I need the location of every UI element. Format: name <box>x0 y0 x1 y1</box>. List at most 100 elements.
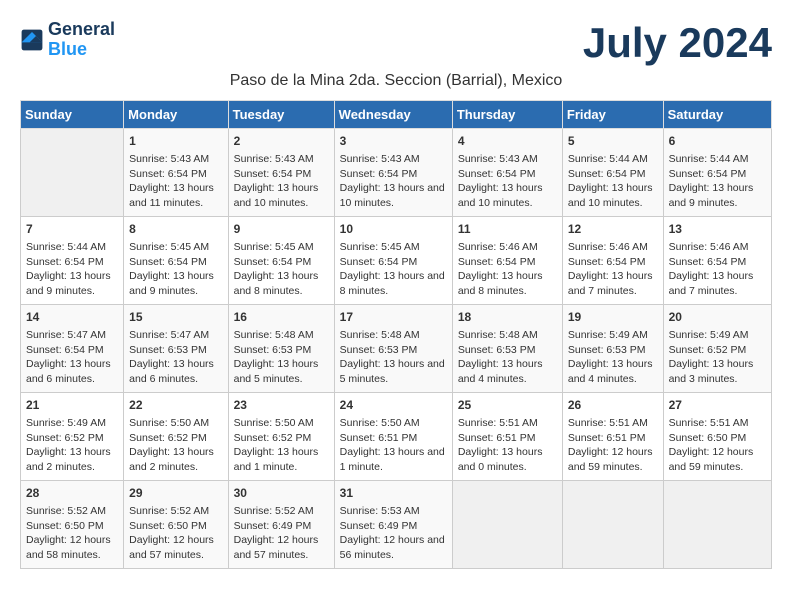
cell-info: Sunset: 6:54 PM <box>669 167 766 182</box>
cell-info: Sunrise: 5:43 AM <box>234 152 329 167</box>
day-number: 29 <box>129 485 222 502</box>
calendar-cell: 14 Sunrise: 5:47 AMSunset: 6:54 PMDayligh… <box>21 305 124 393</box>
day-number: 17 <box>340 309 447 326</box>
cell-info: Daylight: 13 hours and 1 minute. <box>234 445 329 474</box>
calendar-cell: 28Sunrise: 5:52 AMSunset: 6:50 PMDayligh… <box>21 481 124 569</box>
day-number: 28 <box>26 485 118 502</box>
cell-info: Sunset: 6:54 PM <box>340 255 447 270</box>
day-number: 24 <box>340 397 447 414</box>
day-number: 15 <box>129 309 222 326</box>
day-number: 11 <box>458 221 557 238</box>
cell-info: Sunset: 6:51 PM <box>340 431 447 446</box>
day-number: 1 <box>129 133 222 150</box>
cell-info: Daylight: 13 hours and 9 minutes. <box>669 181 766 210</box>
cell-info: Sunrise: 5:44 AM <box>26 240 118 255</box>
calendar-cell: 13Sunrise: 5:46 AMSunset: 6:54 PMDayligh… <box>663 217 771 305</box>
day-number: 13 <box>669 221 766 238</box>
cell-info: Sunrise: 5:48 AM <box>340 328 447 343</box>
header-day-monday: Monday <box>124 101 228 129</box>
day-number: 4 <box>458 133 557 150</box>
day-number: 7 <box>26 221 118 238</box>
cell-info: Daylight: 13 hours and 6 minutes. <box>129 357 222 386</box>
cell-info: Daylight: 13 hours and 8 minutes. <box>234 269 329 298</box>
calendar-cell: 17Sunrise: 5:48 AMSunset: 6:53 PMDayligh… <box>334 305 452 393</box>
cell-info: Sunrise: 5:52 AM <box>234 504 329 519</box>
calendar-cell: 4Sunrise: 5:43 AMSunset: 6:54 PMDaylight… <box>452 129 562 217</box>
cell-info: Sunrise: 5:48 AM <box>458 328 557 343</box>
cell-info: Sunset: 6:54 PM <box>26 343 118 358</box>
calendar-cell: 1Sunrise: 5:43 AMSunset: 6:54 PMDaylight… <box>124 129 228 217</box>
cell-info: Daylight: 13 hours and 2 minutes. <box>26 445 118 474</box>
calendar-cell: 22Sunrise: 5:50 AMSunset: 6:52 PMDayligh… <box>124 393 228 481</box>
cell-info: Sunrise: 5:47 AM <box>26 328 118 343</box>
cell-info: Sunset: 6:53 PM <box>458 343 557 358</box>
cell-info: Sunrise: 5:51 AM <box>458 416 557 431</box>
day-number: 2 <box>234 133 329 150</box>
header-day-sunday: Sunday <box>21 101 124 129</box>
cell-info: Sunset: 6:54 PM <box>568 167 658 182</box>
cell-info: Sunrise: 5:49 AM <box>26 416 118 431</box>
logo-blue: Blue <box>48 40 115 60</box>
cell-info: Sunrise: 5:51 AM <box>669 416 766 431</box>
calendar-cell: 18 Sunrise: 5:48 AMSunset: 6:53 PMDayligh… <box>452 305 562 393</box>
day-number: 23 <box>234 397 329 414</box>
cell-info: Sunrise: 5:51 AM <box>568 416 658 431</box>
cell-info: Sunset: 6:52 PM <box>234 431 329 446</box>
cell-info: Daylight: 13 hours and 11 minutes. <box>129 181 222 210</box>
calendar-cell: 7Sunrise: 5:44 AMSunset: 6:54 PMDaylight… <box>21 217 124 305</box>
cell-info: Sunrise: 5:50 AM <box>340 416 447 431</box>
cell-info: Sunrise: 5:53 AM <box>340 504 447 519</box>
day-number: 16 <box>234 309 329 326</box>
calendar-cell: 19Sunrise: 5:49 AMSunset: 6:53 PMDayligh… <box>562 305 663 393</box>
calendar-cell: 12Sunrise: 5:46 AMSunset: 6:54 PMDayligh… <box>562 217 663 305</box>
header-day-tuesday: Tuesday <box>228 101 334 129</box>
cell-info: Sunrise: 5:52 AM <box>129 504 222 519</box>
header-day-thursday: Thursday <box>452 101 562 129</box>
day-number: 18 <box>458 309 557 326</box>
cell-info: Sunrise: 5:46 AM <box>458 240 557 255</box>
day-number: 27 <box>669 397 766 414</box>
calendar-table: SundayMondayTuesdayWednesdayThursdayFrid… <box>20 100 772 569</box>
calendar-cell: 25Sunrise: 5:51 AMSunset: 6:51 PMDayligh… <box>452 393 562 481</box>
cell-info: Sunset: 6:54 PM <box>234 167 329 182</box>
cell-info: Daylight: 13 hours and 6 minutes. <box>26 357 118 386</box>
cell-info: Daylight: 13 hours and 10 minutes. <box>234 181 329 210</box>
cell-info: Sunrise: 5:45 AM <box>340 240 447 255</box>
cell-info: Daylight: 13 hours and 7 minutes. <box>568 269 658 298</box>
cell-info: Daylight: 13 hours and 10 minutes. <box>340 181 447 210</box>
calendar-cell: 2 Sunrise: 5:43 AMSunset: 6:54 PMDaylight… <box>228 129 334 217</box>
day-number: 26 <box>568 397 658 414</box>
cell-info: Sunset: 6:54 PM <box>340 167 447 182</box>
day-number: 14 <box>26 309 118 326</box>
logo: General Blue <box>20 20 115 60</box>
calendar-cell: 16Sunrise: 5:48 AMSunset: 6:53 PMDayligh… <box>228 305 334 393</box>
calendar-week-row: 21Sunrise: 5:49 AMSunset: 6:52 PMDayligh… <box>21 393 772 481</box>
cell-info: Sunrise: 5:43 AM <box>458 152 557 167</box>
cell-info: Sunset: 6:49 PM <box>234 519 329 534</box>
cell-info: Daylight: 13 hours and 4 minutes. <box>458 357 557 386</box>
calendar-cell <box>663 481 771 569</box>
day-number: 30 <box>234 485 329 502</box>
header-day-saturday: Saturday <box>663 101 771 129</box>
header-day-wednesday: Wednesday <box>334 101 452 129</box>
cell-info: Sunset: 6:51 PM <box>458 431 557 446</box>
cell-info: Daylight: 12 hours and 57 minutes. <box>234 533 329 562</box>
location-title: Paso de la Mina 2da. Seccion (Barrial), … <box>20 72 772 90</box>
cell-info: Sunset: 6:53 PM <box>568 343 658 358</box>
cell-info: Daylight: 13 hours and 8 minutes. <box>458 269 557 298</box>
cell-info: Sunrise: 5:46 AM <box>669 240 766 255</box>
cell-info: Sunset: 6:50 PM <box>26 519 118 534</box>
logo-general: General <box>48 20 115 40</box>
day-number: 9 <box>234 221 329 238</box>
calendar-cell: 9Sunrise: 5:45 AMSunset: 6:54 PMDaylight… <box>228 217 334 305</box>
cell-info: Sunset: 6:51 PM <box>568 431 658 446</box>
cell-info: Daylight: 13 hours and 5 minutes. <box>234 357 329 386</box>
calendar-cell: 15Sunrise: 5:47 AMSunset: 6:53 PMDayligh… <box>124 305 228 393</box>
day-number: 5 <box>568 133 658 150</box>
day-number: 8 <box>129 221 222 238</box>
cell-info: Sunrise: 5:43 AM <box>340 152 447 167</box>
day-number: 3 <box>340 133 447 150</box>
day-number: 12 <box>568 221 658 238</box>
header-day-friday: Friday <box>562 101 663 129</box>
cell-info: Daylight: 13 hours and 3 minutes. <box>669 357 766 386</box>
